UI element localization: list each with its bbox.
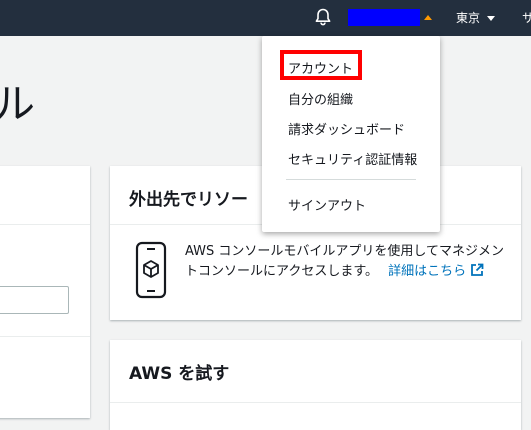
left-card-header xyxy=(0,166,90,225)
support-label: サ xyxy=(522,11,531,25)
account-menu-button[interactable] xyxy=(346,7,436,27)
menu-item-my-organization[interactable]: 自分の組織 xyxy=(288,89,353,108)
left-card-divider xyxy=(0,336,90,337)
region-selector[interactable]: 東京 xyxy=(456,9,496,27)
chevron-down-icon xyxy=(487,16,496,21)
support-menu-button[interactable]: サ xyxy=(522,9,531,26)
mobile-app-card-title: 外出先でリソー xyxy=(129,190,248,210)
learn-more-link-label: 詳細はこちら xyxy=(388,264,467,279)
learn-more-link[interactable]: 詳細はこちら xyxy=(388,263,484,279)
left-card xyxy=(0,166,90,418)
try-aws-card-title: AWS を試す xyxy=(129,364,230,384)
menu-item-billing-dashboard[interactable]: 請求ダッシュボード xyxy=(288,119,405,138)
bell-icon[interactable] xyxy=(313,7,333,27)
account-dropdown-menu: アカウント 自分の組織 請求ダッシュボード セキュリティ認証情報 サインアウト xyxy=(262,36,440,232)
page-title: ル xyxy=(0,80,37,128)
try-aws-card-header: AWS を試す xyxy=(110,340,521,403)
menu-item-account[interactable]: アカウント xyxy=(288,58,353,77)
caret-up-icon xyxy=(424,15,432,20)
search-input[interactable] xyxy=(0,286,69,314)
top-navigation-bar: 東京 サ xyxy=(0,0,531,36)
menu-item-sign-out[interactable]: サインアウト xyxy=(288,195,366,214)
account-name-redacted xyxy=(348,9,420,26)
mobile-app-description: AWS コンソールモバイルアプリを使用してマネジメントコンソールにアクセスします… xyxy=(185,242,505,282)
external-link-icon xyxy=(471,263,484,276)
menu-item-security-credentials[interactable]: セキュリティ認証情報 xyxy=(288,149,417,168)
menu-divider xyxy=(286,179,416,180)
region-label: 東京 xyxy=(456,11,481,25)
mobile-phone-icon xyxy=(135,241,167,299)
